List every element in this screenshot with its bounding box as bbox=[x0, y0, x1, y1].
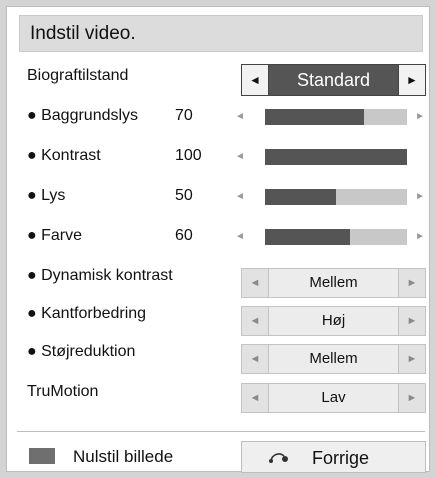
mode-value: Standard bbox=[296, 70, 371, 90]
contrast-decrease-icon[interactable]: ◄ bbox=[235, 151, 245, 163]
dynamic-contrast-next-button[interactable]: ► bbox=[398, 269, 425, 297]
contrast-track[interactable] bbox=[265, 149, 407, 165]
contrast-value: 100 bbox=[175, 147, 202, 164]
noise-reduction-prev-button[interactable]: ◄ bbox=[242, 345, 269, 373]
noise-reduction-selector[interactable]: ◄ Mellem ► bbox=[241, 344, 426, 374]
contrast-slider[interactable]: ◄ bbox=[235, 144, 425, 170]
backlight-decrease-icon[interactable]: ◄ bbox=[235, 111, 245, 123]
reset-color-key-icon bbox=[29, 448, 55, 464]
color-track[interactable] bbox=[265, 229, 407, 245]
dynamic-contrast-label: ● Dynamisk kontrast bbox=[27, 267, 173, 284]
backlight-fill bbox=[265, 109, 365, 125]
mode-label: Biograftilstand bbox=[27, 67, 129, 84]
color-fill bbox=[265, 229, 351, 245]
edge-enhancement-value: Høj bbox=[321, 312, 346, 329]
brightness-decrease-icon[interactable]: ◄ bbox=[235, 191, 245, 203]
backlight-slider[interactable]: ◄ ► bbox=[235, 104, 425, 130]
mode-prev-button[interactable]: ◄ bbox=[242, 65, 269, 95]
mode-selector[interactable]: ◄ Standard ► bbox=[241, 64, 426, 96]
back-button-label: Forrige bbox=[312, 448, 370, 468]
backlight-increase-icon[interactable]: ► bbox=[415, 111, 425, 123]
backlight-track[interactable] bbox=[265, 109, 407, 125]
edge-enhancement-label: ● Kantforbedring bbox=[27, 305, 147, 322]
trumotion-prev-button[interactable]: ◄ bbox=[242, 384, 269, 412]
return-icon bbox=[269, 453, 288, 463]
noise-reduction-label: ● Støjreduktion bbox=[27, 343, 136, 360]
noise-reduction-next-button[interactable]: ► bbox=[398, 345, 425, 373]
color-increase-icon[interactable]: ► bbox=[415, 231, 425, 243]
page-title: Indstil video. bbox=[30, 23, 136, 44]
noise-reduction-value: Mellem bbox=[309, 350, 358, 367]
edge-enhancement-prev-button[interactable]: ◄ bbox=[242, 307, 269, 335]
brightness-slider[interactable]: ◄ ► bbox=[235, 184, 425, 210]
edge-enhancement-next-button[interactable]: ► bbox=[398, 307, 425, 335]
trumotion-selector[interactable]: ◄ Lav ► bbox=[241, 383, 426, 413]
color-slider[interactable]: ◄ ► bbox=[235, 224, 425, 250]
contrast-label: ● Kontrast bbox=[27, 147, 101, 164]
mode-next-button[interactable]: ► bbox=[398, 65, 425, 95]
dynamic-contrast-prev-button[interactable]: ◄ bbox=[242, 269, 269, 297]
footer-divider bbox=[17, 431, 425, 432]
brightness-track[interactable] bbox=[265, 189, 407, 205]
color-value: 60 bbox=[175, 227, 193, 244]
trumotion-value: Lav bbox=[321, 389, 346, 406]
video-settings-panel: Indstil video. Biograftilstand ◄ Standar… bbox=[6, 6, 430, 473]
brightness-fill bbox=[265, 189, 336, 205]
backlight-value: 70 bbox=[175, 107, 193, 124]
edge-enhancement-selector[interactable]: ◄ Høj ► bbox=[241, 306, 426, 336]
brightness-label: ● Lys bbox=[27, 187, 66, 204]
reset-picture-label[interactable]: Nulstil billede bbox=[73, 447, 173, 467]
dynamic-contrast-selector[interactable]: ◄ Mellem ► bbox=[241, 268, 426, 298]
brightness-value: 50 bbox=[175, 187, 193, 204]
brightness-increase-icon[interactable]: ► bbox=[415, 191, 425, 203]
trumotion-label: TruMotion bbox=[27, 383, 99, 400]
dynamic-contrast-value: Mellem bbox=[309, 274, 358, 291]
title-bar: Indstil video. bbox=[19, 15, 423, 52]
back-button[interactable]: Forrige bbox=[241, 441, 426, 473]
backlight-label: ● Baggrundslys bbox=[27, 107, 139, 124]
contrast-fill bbox=[265, 149, 407, 165]
color-decrease-icon[interactable]: ◄ bbox=[235, 231, 245, 243]
color-label: ● Farve bbox=[27, 227, 83, 244]
trumotion-next-button[interactable]: ► bbox=[398, 384, 425, 412]
